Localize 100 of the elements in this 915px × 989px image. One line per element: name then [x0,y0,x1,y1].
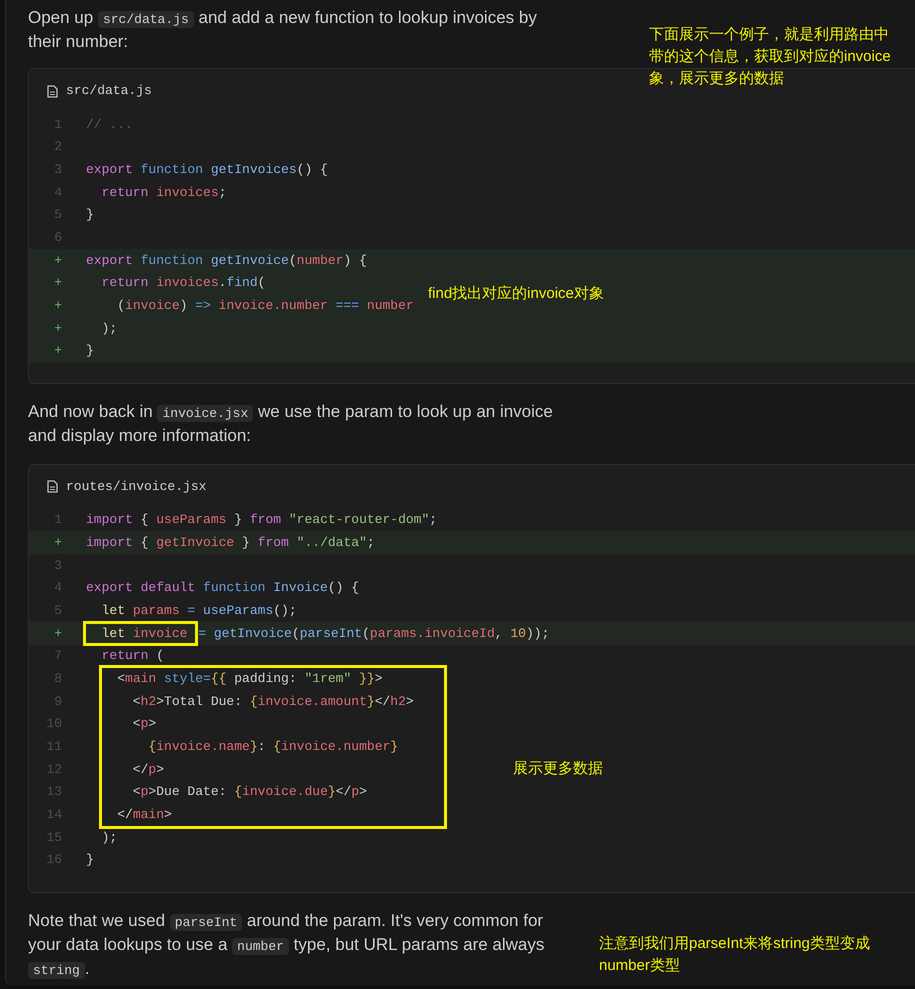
code-token: let [100,602,126,620]
code-token: import [86,511,133,530]
code-token: parseInt [300,624,362,643]
code-token: return [100,274,148,292]
paragraph: Note that we used parseInt around the param. It's very common for your data lookups to use a number type, but URL params are always string . [28,910,546,981]
code-token: export default [86,579,196,598]
code-token: = [198,624,206,643]
code-token: params [132,602,180,620]
code-token: {{ [210,670,226,688]
added-line-marker: + [53,320,63,338]
inline-code: invoice.jsx [157,404,254,422]
code-token: ( [292,624,300,643]
code-token: getInvoice [210,252,289,270]
code-token: ); [100,828,118,847]
code-token: useParams [156,511,226,530]
code-token: () { [296,160,328,179]
code-token: invoice.due [242,783,328,802]
file-name: routes/invoice.jsx [66,478,206,496]
code-token: padding: [233,670,298,688]
added-line-marker: + [53,342,63,360]
code-token: } [328,783,336,802]
code-token: let [100,624,126,643]
code-token: >Due Date: [148,783,228,802]
code-token: invoice.name [156,738,250,756]
code-token: } [250,738,258,756]
code-token: ; [366,534,375,552]
code-token: export [86,252,133,270]
code-token: ( [362,624,370,643]
code-token: } [390,738,398,756]
code-token: function [140,160,204,179]
code-token: ); [100,320,118,338]
code-token: ; [429,511,438,530]
code-token: function [140,252,204,270]
code-token: invoice [132,624,188,643]
added-line-marker: + [53,274,63,292]
code-token: invoice.number [218,297,328,316]
file-icon [47,480,58,494]
code-token: invoices [155,184,219,202]
code-token: h2 [140,692,156,711]
code-token: ) [180,297,188,316]
paragraph: And now back in invoice.jsx we use the param to look up an invoice and display more information: [28,400,554,447]
code-token: params.invoiceId [370,624,495,643]
code-token: getInvoice [212,624,292,643]
code-token: p [140,715,148,734]
code-token: return [100,184,148,202]
code-token: === [334,297,360,316]
code-token: invoice.amount [258,692,367,711]
code-token: ( [155,647,164,666]
code-token: } [366,692,375,711]
code-token: return [100,647,148,666]
inline-code: number [232,938,289,955]
code-token: p [351,783,360,802]
code-token: { [147,738,156,756]
code-token: number [366,297,414,316]
added-line-marker: + [53,297,63,316]
code-token: ( [116,297,126,316]
paragraph: Open up src/data.js and add a new function to lookup invoices by their number: [28,7,538,53]
code-token: getInvoice [156,534,234,552]
code-token: () { [328,579,360,598]
code-token: </ [116,806,133,824]
code-token: invoice.number [281,738,390,756]
annotation-text: 展示更多数据 [513,759,603,779]
code-token: { [250,692,258,711]
code-token: getInvoices [210,160,297,179]
code-token: . [218,274,226,292]
code-token: , [494,624,504,643]
inline-code: src/data.js [98,11,194,28]
annotation-text: find找出对应的invoice对象 [428,284,604,304]
code-token: 10 [510,624,526,643]
code-token: > [359,783,367,802]
code-token: > [148,715,156,734]
code-token: ( [258,274,266,292]
code-token: ) { [343,252,367,270]
code-token: invoices [155,274,219,292]
code-token: { [140,511,150,530]
code-token: p [140,783,148,802]
code-token: > [164,806,172,824]
code-token: > [406,692,414,711]
code-token: useParams [202,602,274,620]
code-token: main [125,670,156,688]
code-token: : [258,738,266,756]
code-token: </ [336,783,352,802]
code-token: } [86,206,94,224]
code-token: style= [163,670,211,688]
code-token: } [86,342,94,360]
code-token: < [116,670,126,688]
code-token: } [233,511,244,530]
code-token: )); [526,624,550,643]
code-token: from [258,534,289,552]
code-token: } [86,851,94,870]
code-token: h2 [390,692,406,711]
code-token: invoice [125,297,180,316]
code-token: } [241,534,251,552]
code-token: "../data" [296,534,367,552]
code-token: find [226,274,258,292]
code-token: main [132,806,164,824]
code-token: = [186,602,196,620]
code-token: function [202,579,266,598]
code-token: (); [273,602,297,620]
code-token: > [374,670,382,688]
